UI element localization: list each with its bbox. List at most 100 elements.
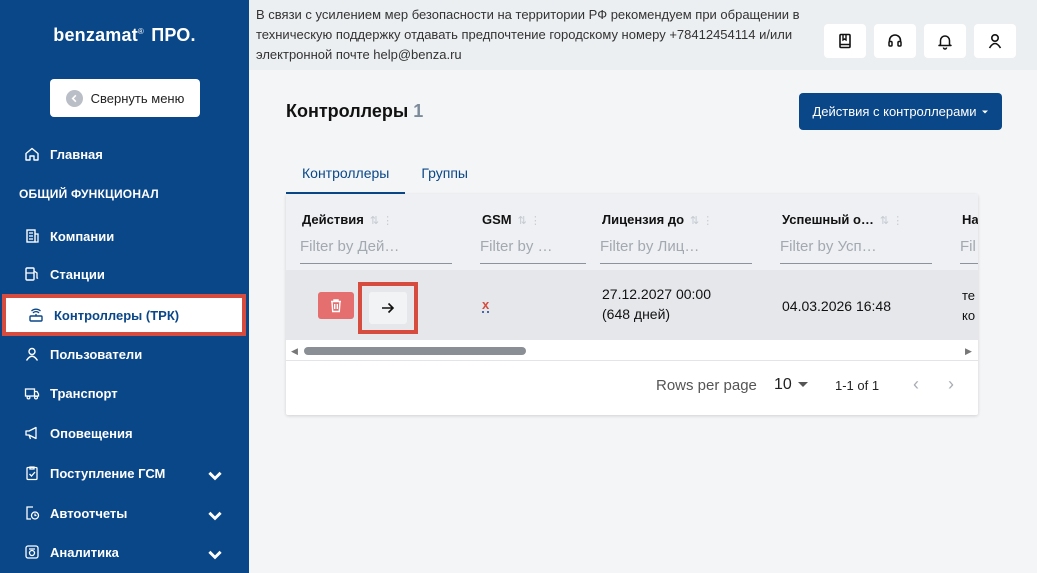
license-date: 27.12.2027 00:00 xyxy=(602,286,711,302)
sidebar-item-autoreports[interactable]: Автоотчеты xyxy=(0,493,249,533)
sidebar-item-label: Пользователи xyxy=(50,346,143,362)
sidebar-item-label: Контроллеры (ТРК) xyxy=(54,307,180,323)
scroll-thumb[interactable] xyxy=(304,347,526,355)
sidebar-item-label: Главная xyxy=(50,146,103,162)
column-header-success[interactable]: Успешный о… ⇅ ⋮ xyxy=(782,212,903,227)
notifications-button[interactable] xyxy=(924,24,966,58)
book-icon xyxy=(839,33,851,49)
clock-report-icon xyxy=(26,506,40,520)
controller-icon xyxy=(29,308,43,322)
sort-icon[interactable]: ⇅ ⋮ xyxy=(518,215,541,227)
controllers-count: 1 xyxy=(413,101,424,121)
license-cell: 27.12.2027 00:00 (648 дней) xyxy=(602,284,711,324)
sidebar-item-label: Транспорт xyxy=(50,385,118,401)
last-cell-line: ко xyxy=(962,308,976,323)
sidebar-item-notifications[interactable]: Оповещения xyxy=(0,413,249,453)
user-icon xyxy=(988,33,1002,49)
analytics-icon xyxy=(25,545,39,559)
filter-license-input[interactable]: Filter by Лиц… xyxy=(600,238,752,264)
success-cell: 04.03.2026 16:48 xyxy=(782,298,891,314)
horizontal-scrollbar[interactable]: ◀ ▶ xyxy=(286,342,978,357)
top-banner: В связи с усилением мер безопасности на … xyxy=(249,0,1037,70)
bell-icon xyxy=(938,35,952,50)
filter-success-input[interactable]: Filter by Усп… xyxy=(780,238,932,264)
table-header: Действия ⇅ ⋮ GSM ⇅ ⋮ Лицензия до ⇅ ⋮ Успешн… xyxy=(286,194,978,270)
truck-icon xyxy=(24,388,40,400)
docs-button[interactable] xyxy=(824,24,866,58)
table-row[interactable]: x 27.12.2027 00:00 (648 дней) 04.03.2026… xyxy=(286,270,978,340)
delete-button[interactable] xyxy=(318,292,354,319)
sidebar-item-label: Автоотчеты xyxy=(50,505,128,521)
security-notice: В связи с усилением мер безопасности на … xyxy=(256,7,800,62)
sidebar-item-analytics[interactable]: Аналитика xyxy=(0,532,249,572)
sidebar-item-transport[interactable]: Транспорт xyxy=(0,373,249,413)
sidebar-item-home[interactable]: Главная xyxy=(0,134,249,174)
open-controller-button[interactable] xyxy=(369,292,407,324)
user-icon xyxy=(25,347,39,361)
table-footer: Rows per page 10 1-1 of 1 ‹ › xyxy=(286,360,978,415)
sidebar-item-label: Оповещения xyxy=(50,425,133,441)
brand-suffix: ПРО. xyxy=(151,25,196,45)
chevron-down-icon xyxy=(208,471,222,481)
sidebar: benzamat® ПРО. Свернуть меню Главная ОБЩ… xyxy=(0,0,249,573)
headset-icon xyxy=(888,34,902,47)
collapse-menu-button[interactable]: Свернуть меню xyxy=(50,79,200,117)
clipboard-icon xyxy=(26,466,38,481)
gsm-status-icon[interactable]: x xyxy=(482,298,490,313)
rows-per-page-label: Rows per page xyxy=(656,377,757,394)
sidebar-item-companies[interactable]: Компании xyxy=(0,216,249,256)
last-cell-line: те xyxy=(962,288,976,303)
profile-button[interactable] xyxy=(974,24,1016,58)
sidebar-section-general: ОБЩИЙ ФУНКЦИОНАЛ xyxy=(19,187,159,201)
brand-logo[interactable]: benzamat® ПРО. xyxy=(0,25,249,46)
column-header-label: Действия xyxy=(302,212,364,227)
controllers-table: Действия ⇅ ⋮ GSM ⇅ ⋮ Лицензия до ⇅ ⋮ Успешн… xyxy=(286,194,978,415)
caret-down-icon xyxy=(981,110,988,113)
column-header-label: На xyxy=(962,212,978,227)
prev-page-icon[interactable]: ‹ xyxy=(913,374,919,395)
fuel-station-icon xyxy=(25,267,39,281)
sidebar-item-fuel-receipt[interactable]: Поступление ГСМ xyxy=(0,453,249,493)
chevron-down-icon xyxy=(208,550,222,560)
caret-down-icon[interactable] xyxy=(798,382,808,387)
last-cell: те ко xyxy=(962,286,975,326)
trash-icon xyxy=(331,299,341,313)
column-header-gsm[interactable]: GSM ⇅ ⋮ xyxy=(482,212,541,227)
filter-actions-input[interactable]: Filter by Дей… xyxy=(300,238,452,264)
column-header-license[interactable]: Лицензия до ⇅ ⋮ xyxy=(602,212,713,227)
license-days: (648 дней) xyxy=(602,306,671,322)
scroll-right-icon[interactable]: ▶ xyxy=(965,346,972,357)
sidebar-item-label: Станции xyxy=(50,266,105,282)
column-header-actions[interactable]: Действия ⇅ ⋮ xyxy=(302,212,393,227)
filter-last-input[interactable]: Fil xyxy=(960,238,978,264)
scroll-left-icon[interactable]: ◀ xyxy=(291,346,298,357)
next-page-icon[interactable]: › xyxy=(948,374,954,395)
tabs: Контроллеры Группы xyxy=(286,162,484,194)
controller-actions-button[interactable]: Действия с контроллерами xyxy=(799,93,1002,130)
controller-actions-label: Действия с контроллерами xyxy=(812,104,977,119)
sort-icon[interactable]: ⇅ ⋮ xyxy=(370,215,393,227)
collapse-menu-label: Свернуть меню xyxy=(90,90,185,106)
column-header-label: Лицензия до xyxy=(602,212,685,227)
support-button[interactable] xyxy=(874,24,916,58)
arrow-right-icon xyxy=(382,302,395,314)
column-header-label: Успешный о… xyxy=(782,212,874,227)
sort-icon[interactable]: ⇅ ⋮ xyxy=(880,215,903,227)
page-title-text: Контроллеры xyxy=(286,101,409,121)
sidebar-item-controllers[interactable]: Контроллеры (ТРК) xyxy=(2,294,246,336)
sidebar-item-label: Поступление ГСМ xyxy=(50,465,166,481)
filter-gsm-input[interactable]: Filter by … xyxy=(480,238,586,264)
sidebar-item-stations[interactable]: Станции xyxy=(0,254,249,294)
rows-per-page-select[interactable]: 10 xyxy=(774,376,792,394)
brand-reg-mark: ® xyxy=(137,27,144,36)
column-header-last[interactable]: На xyxy=(962,212,978,227)
sidebar-item-users[interactable]: Пользователи xyxy=(0,334,249,374)
column-header-label: GSM xyxy=(482,212,512,227)
tab-groups[interactable]: Группы xyxy=(405,162,484,194)
sidebar-item-label: Аналитика xyxy=(50,544,119,560)
home-icon xyxy=(25,147,39,161)
brand-name: benzamat xyxy=(53,25,138,45)
sort-icon[interactable]: ⇅ ⋮ xyxy=(690,215,713,227)
tab-controllers[interactable]: Контроллеры xyxy=(286,162,406,194)
pagination-range: 1-1 of 1 xyxy=(835,378,880,393)
